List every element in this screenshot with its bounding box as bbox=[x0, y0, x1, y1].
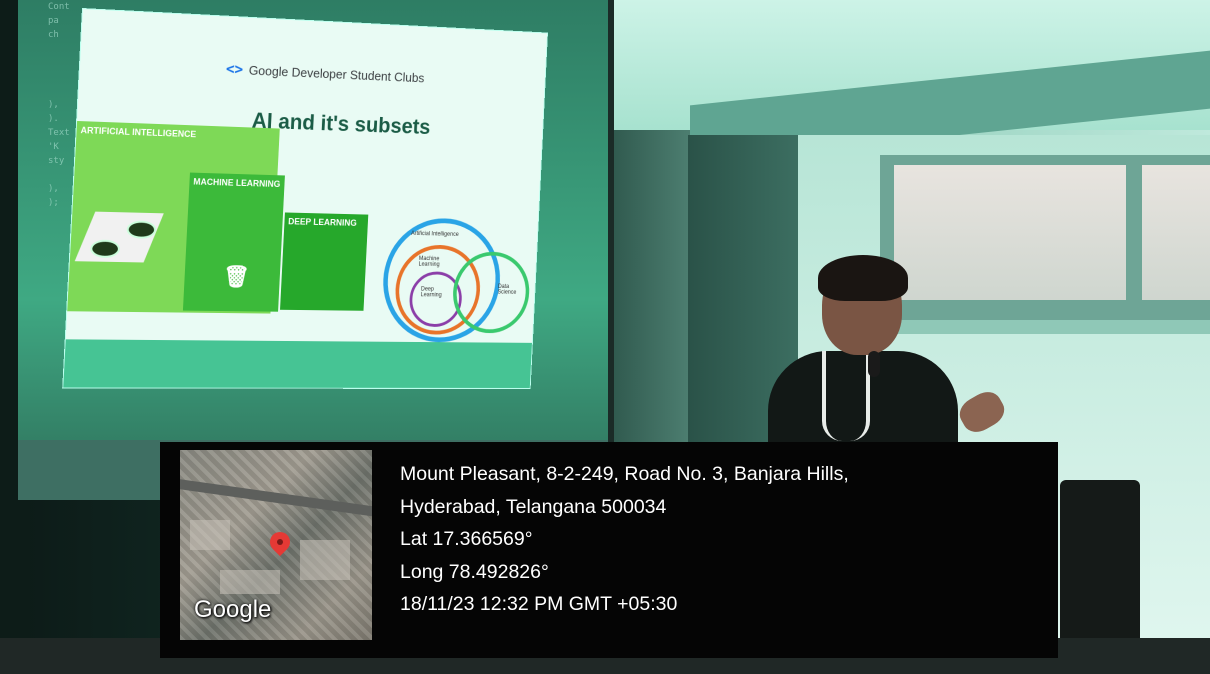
lanyard bbox=[822, 351, 870, 441]
map-pin-dot bbox=[277, 539, 283, 545]
timestamp: 18/11/23 12:32 PM GMT +05:30 bbox=[400, 588, 849, 621]
longitude: Long 78.492826° bbox=[400, 556, 849, 589]
map-block bbox=[300, 540, 350, 580]
venn-label-ai: Artificial Intelligence bbox=[411, 231, 459, 238]
checkers-board bbox=[75, 212, 164, 263]
slide-footer-band bbox=[63, 339, 532, 388]
code-bracket-icon: <> bbox=[226, 60, 244, 78]
speaker-hair bbox=[818, 255, 908, 301]
speaker bbox=[760, 255, 990, 455]
address-line-1: Mount Pleasant, 8-2-249, Road No. 3, Ban… bbox=[400, 458, 849, 491]
latitude: Lat 17.366569° bbox=[400, 523, 849, 556]
map-logo: Google bbox=[194, 596, 271, 624]
ml-panel: MACHINE LEARNING 🗑 bbox=[183, 173, 285, 312]
ai-panel-title: ARTIFICIAL INTELLIGENCE bbox=[80, 125, 275, 142]
slide-brand: <> Google Developer Student Clubs bbox=[226, 60, 425, 86]
trash-icon: 🗑 bbox=[223, 272, 250, 282]
venn-label-dl: Deep Learning bbox=[421, 287, 449, 299]
map-block bbox=[190, 520, 230, 550]
microphone bbox=[868, 351, 880, 377]
dl-panel: DEEP LEARNING bbox=[280, 212, 368, 310]
presentation-slide: <> Google Developer Student Clubs AI and… bbox=[62, 8, 548, 389]
address-line-2: Hyderabad, Telangana 500034 bbox=[400, 491, 849, 524]
geotag-details: Mount Pleasant, 8-2-249, Road No. 3, Ban… bbox=[400, 458, 849, 621]
map-road bbox=[180, 478, 372, 520]
venn-label-ds: Data Science bbox=[497, 284, 520, 296]
geotag-card: Google Mount Pleasant, 8-2-249, Road No.… bbox=[160, 442, 1058, 658]
venn-label-ml: Machine Learning bbox=[418, 256, 454, 268]
ml-panel-title: MACHINE LEARNING bbox=[193, 177, 281, 189]
satellite-map: Google bbox=[180, 450, 372, 640]
dl-panel-title: DEEP LEARNING bbox=[288, 216, 364, 228]
map-block bbox=[220, 570, 280, 594]
brand-title: Google Developer Student Clubs bbox=[248, 62, 424, 84]
window-pane bbox=[1142, 165, 1210, 300]
